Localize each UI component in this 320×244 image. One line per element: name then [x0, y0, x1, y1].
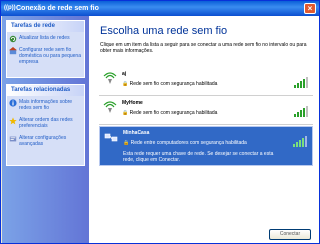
network-item-minhacasa[interactable]: MinhaCasa 🔒 Rede entre computadores com …	[99, 126, 313, 166]
more-info-wireless-label: Mais informações sobre redes sem fio	[19, 99, 73, 111]
wireless-icon: ((p))	[4, 5, 16, 11]
main-panel: Escolha uma rede sem fio Clique em um it…	[89, 16, 319, 243]
change-preferred-order-link[interactable]: Alterar ordem das redes preferenciais	[7, 114, 84, 132]
network-status: 🔒 Rede entre computadores com segurança …	[123, 140, 247, 146]
sidebar: Tarefas de rede Atualizar lista de redes…	[2, 16, 89, 243]
signal-strength-icon	[294, 106, 308, 117]
refresh-icon	[9, 35, 17, 43]
home-network-icon	[9, 47, 17, 55]
network-tasks-panel: Tarefas de rede Atualizar lista de redes…	[6, 20, 85, 78]
lock-icon: 🔒	[122, 81, 129, 87]
network-item-aj[interactable]: aj 🔒 Rede sem fio com segurança habilita…	[99, 68, 313, 94]
settings-icon	[9, 136, 17, 142]
related-tasks-header: Tarefas relacionadas	[7, 85, 84, 96]
title-bar[interactable]: ((p)) Conexão de rede sem fio ×	[1, 1, 319, 16]
network-status-text: Rede entre computadores com segurança ha…	[130, 140, 247, 146]
network-name: MinhaCasa	[123, 130, 150, 136]
network-key-note: Esta rede requer uma chave de rede. Se d…	[123, 151, 274, 163]
adhoc-network-icon	[104, 133, 118, 142]
related-tasks-panel: Tarefas relacionadas Mais informações so…	[6, 84, 85, 166]
lock-icon: 🔒	[122, 110, 129, 116]
wireless-connection-window: ((p)) Conexão de rede sem fio × Tarefas …	[0, 0, 320, 244]
info-icon	[9, 99, 17, 107]
change-preferred-order-label: Alterar ordem das redes preferenciais	[19, 117, 73, 129]
network-item-myhome[interactable]: MyHome 🔒 Rede sem fio com segurança habi…	[99, 97, 313, 123]
signal-strength-icon	[293, 136, 307, 147]
wireless-signal-icon	[103, 101, 117, 113]
more-info-wireless-link[interactable]: Mais informações sobre redes sem fio	[7, 96, 84, 114]
page-description: Clique em um item da lista a seguir para…	[100, 42, 307, 54]
network-status-text: Rede sem fio com segurança habilitada	[129, 110, 218, 116]
page-title: Escolha uma rede sem fio	[100, 25, 228, 37]
connect-button[interactable]: Conectar	[269, 229, 311, 240]
network-name: MyHome	[122, 100, 143, 106]
lock-icon: 🔒	[123, 140, 130, 146]
window-title: Conexão de rede sem fio	[16, 5, 99, 12]
wireless-signal-icon	[103, 72, 117, 84]
network-status: 🔒 Rede sem fio com segurança habilitada	[122, 81, 217, 87]
advanced-settings-label: Alterar configurações avançadas	[19, 135, 67, 147]
advanced-settings-link[interactable]: Alterar configurações avançadas	[7, 132, 84, 150]
setup-home-network-link[interactable]: Configurar rede sem fio doméstica ou par…	[7, 44, 84, 68]
close-button[interactable]: ×	[304, 3, 316, 14]
network-name: aj	[122, 71, 127, 77]
network-status-text: Rede sem fio com segurança habilitada	[129, 81, 218, 87]
setup-home-network-label: Configurar rede sem fio doméstica ou par…	[19, 47, 81, 65]
divider	[99, 124, 313, 125]
network-tasks-header: Tarefas de rede	[7, 21, 84, 32]
signal-strength-icon	[294, 77, 308, 88]
divider	[99, 95, 313, 96]
refresh-network-list-link[interactable]: Atualizar lista de redes	[7, 32, 84, 44]
refresh-network-list-label: Atualizar lista de redes	[19, 35, 70, 41]
network-status: 🔒 Rede sem fio com segurança habilitada	[122, 110, 217, 116]
star-icon	[9, 117, 17, 125]
